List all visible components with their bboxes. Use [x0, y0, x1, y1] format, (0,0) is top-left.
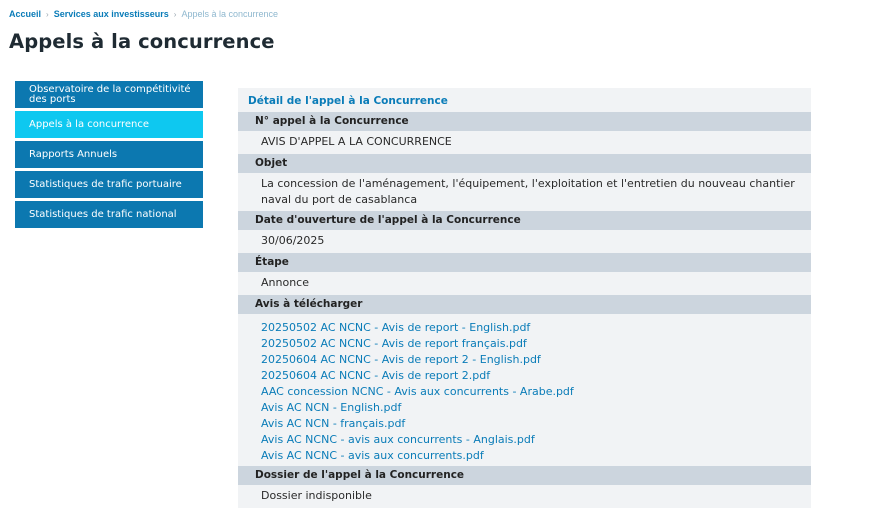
- breadcrumb: Accueil › Services aux investisseurs › Appel…: [9, 8, 278, 21]
- file-link[interactable]: 20250502 AC NCNC - Avis de report frança…: [261, 336, 801, 352]
- sidebar-item-observatoire[interactable]: Observatoire de la compétitivité des por…: [15, 81, 203, 108]
- file-link[interactable]: AAC concession NCNC - Avis aux concurren…: [261, 384, 801, 400]
- breadcrumb-home-link[interactable]: Accueil: [9, 9, 41, 19]
- breadcrumb-separator: ›: [173, 10, 177, 19]
- etape-value: Annonce: [261, 276, 309, 289]
- date-header: Date d'ouverture de l'appel à la Concurr…: [238, 211, 811, 230]
- etape-header: Étape: [238, 253, 811, 272]
- sidebar-item-trafic-portuaire[interactable]: Statistiques de trafic portuaire: [15, 171, 203, 198]
- sidebar-item-label: Statistiques de trafic national: [29, 208, 177, 220]
- detail-panel: Détail de l'appel à la Concurrence N° ap…: [238, 88, 811, 508]
- breadcrumb-parent-link[interactable]: Services aux investisseurs: [54, 9, 169, 19]
- file-link[interactable]: 20250604 AC NCNC - Avis de report 2.pdf: [261, 368, 801, 384]
- sidebar-item-appels[interactable]: Appels à la concurrence: [15, 111, 203, 138]
- number-value: AVIS D'APPEL A LA CONCURRENCE: [261, 135, 452, 148]
- number-header: N° appel à la Concurrence: [238, 112, 811, 131]
- file-link[interactable]: 20250502 AC NCNC - Avis de report - Engl…: [261, 320, 801, 336]
- file-list: 20250502 AC NCNC - Avis de report - Engl…: [238, 314, 811, 466]
- dossier-header: Dossier de l'appel à la Concurrence: [238, 466, 811, 485]
- sidebar-item-rapports[interactable]: Rapports Annuels: [15, 141, 203, 168]
- breadcrumb-separator: ›: [46, 10, 49, 19]
- sidebar-item-label: Rapports Annuels: [29, 148, 118, 160]
- avis-header: Avis à télécharger: [238, 295, 811, 314]
- objet-value: La concession de l'aménagement, l'équipe…: [261, 177, 795, 206]
- sidebar-item-label: Statistiques de trafic portuaire: [29, 178, 182, 190]
- detail-title: Détail de l'appel à la Concurrence: [248, 95, 448, 107]
- sidebar-item-label: Observatoire de la compétitivité des por…: [29, 83, 191, 105]
- file-link[interactable]: 20250604 AC NCNC - Avis de report 2 - En…: [261, 352, 801, 368]
- file-link[interactable]: Avis AC NCN - français.pdf: [261, 416, 801, 432]
- sidebar: Observatoire de la compétitivité des por…: [15, 81, 203, 231]
- sidebar-item-trafic-national[interactable]: Statistiques de trafic national: [15, 201, 203, 228]
- file-link[interactable]: Avis AC NCNC - avis aux concurrents - An…: [261, 432, 801, 448]
- dossier-value: Dossier indisponible: [261, 489, 372, 502]
- file-link[interactable]: Avis AC NCNC - avis aux concurrents.pdf: [261, 448, 801, 464]
- breadcrumb-current: Appels à la concurrence: [181, 9, 278, 19]
- page-title: Appels à la concurrence: [9, 30, 275, 53]
- file-link[interactable]: Avis AC NCN - English.pdf: [261, 400, 801, 416]
- objet-header: Objet: [238, 154, 811, 173]
- sidebar-item-label: Appels à la concurrence: [29, 118, 150, 130]
- date-value: 30/06/2025: [261, 234, 325, 247]
